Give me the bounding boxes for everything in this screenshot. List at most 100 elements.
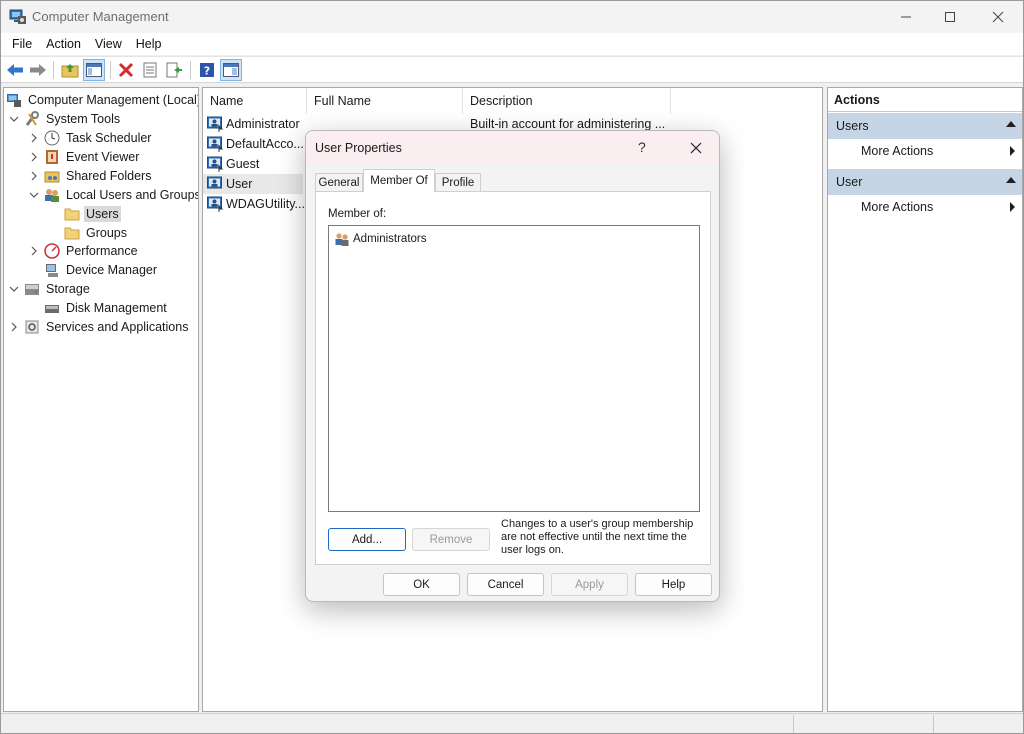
collapse-caret-icon[interactable] [1006,121,1016,127]
actions-section-users[interactable]: Users [828,113,1022,139]
list-item-name: Guest [226,157,260,171]
user-properties-dialog: User Properties ? General Member Of Prof… [305,130,720,602]
list-item-name: WDAGUtility... [226,197,305,211]
column-header-full-name[interactable]: Full Name [307,88,463,114]
tab-member-of[interactable]: Member Of [363,169,435,192]
back-button[interactable] [4,59,26,81]
chevron-down-icon[interactable] [28,189,40,201]
tree-item-performance[interactable]: Performance [28,241,140,260]
tree-item-services-and-applications[interactable]: Services and Applications [8,317,190,336]
performance-icon [44,242,60,259]
user-account-icon [207,136,223,152]
disk-icon [44,300,60,316]
tools-icon [24,110,40,127]
submenu-arrow-icon [1010,146,1015,156]
tree-item-computer-management[interactable]: Computer Management (Local) [6,90,198,109]
chevron-right-icon[interactable] [28,245,40,257]
folder-icon [64,206,80,222]
toolbar-separator [110,61,111,79]
menu-view[interactable]: View [88,35,129,53]
group-icon [335,233,349,246]
submenu-arrow-icon [1010,202,1015,212]
tree-item-shared-folders[interactable]: Shared Folders [28,166,153,185]
list-row-wdagutility[interactable]: WDAGUtility... [203,194,305,214]
column-header-description[interactable]: Description [463,88,671,114]
tree-item-groups[interactable]: Groups [64,223,129,242]
chevron-right-icon[interactable] [28,170,40,182]
add-button[interactable]: Add... [328,528,406,551]
more-actions-users[interactable]: More Actions [828,140,1022,162]
more-actions-user[interactable]: More Actions [828,196,1022,218]
tree-item-local-users-and-groups[interactable]: Local Users and Groups [28,185,198,204]
chevron-right-icon[interactable] [28,132,40,144]
tree-item-users[interactable]: Users [64,204,121,223]
help-button[interactable]: Help [635,573,712,596]
dialog-close-button[interactable] [684,139,708,157]
menu-action[interactable]: Action [39,35,88,53]
tree-item-device-manager[interactable]: Device Manager [44,260,159,279]
show-hide-action-pane-button[interactable] [220,59,242,81]
action-pane-icon [223,63,239,77]
menu-file[interactable]: File [5,35,39,53]
storage-icon [24,281,40,297]
console-tree[interactable]: Computer Management (Local) System Tools… [3,87,199,712]
actions-pane: Actions Users More Actions User More Act… [827,87,1023,712]
folder-icon [64,225,80,241]
users-group-icon [44,187,60,203]
chevron-right-icon[interactable] [28,151,40,163]
list-item-administrators[interactable]: Administrators [334,230,427,248]
apply-button[interactable]: Apply [551,573,628,596]
tab-general[interactable]: General [315,173,363,192]
services-icon [24,319,40,335]
menu-help[interactable]: Help [129,35,169,53]
user-account-icon [207,196,223,212]
list-row-user[interactable]: User [203,174,303,194]
column-header-name[interactable]: Name [203,88,307,114]
collapse-caret-icon[interactable] [1006,177,1016,183]
list-row-administrator[interactable]: Administrator [203,114,300,134]
user-account-icon [207,176,222,189]
status-bar [1,713,1023,733]
show-hide-console-tree-button[interactable] [83,59,105,81]
title-bar[interactable]: Computer Management [1,1,1023,33]
actions-section-user[interactable]: User [828,169,1022,195]
chevron-right-icon[interactable] [8,321,20,333]
toolbar-separator [53,61,54,79]
member-of-label: Member of: [328,208,387,220]
export-list-button[interactable] [163,59,185,81]
forward-button[interactable] [27,59,49,81]
ok-button[interactable]: OK [383,573,460,596]
up-one-level-button[interactable] [59,59,81,81]
close-button[interactable] [975,1,1021,33]
tab-profile[interactable]: Profile [435,173,481,192]
tree-item-disk-management[interactable]: Disk Management [44,298,169,317]
dialog-help-button[interactable]: ? [638,139,646,155]
chevron-down-icon[interactable] [8,113,20,125]
list-item-name: User [226,177,253,191]
help-toolbar-button[interactable]: ? [196,59,218,81]
tree-item-event-viewer[interactable]: Event Viewer [28,147,141,166]
help-icon: ? [200,63,214,78]
list-item-description: Built-in account for administering ... [470,117,666,131]
list-row-guest[interactable]: Guest [203,154,259,174]
delete-button[interactable] [115,59,137,81]
tree-item-system-tools[interactable]: System Tools [8,109,122,128]
user-account-icon [207,116,223,132]
remove-button[interactable]: Remove [412,528,490,551]
chevron-down-icon[interactable] [8,283,20,295]
dialog-title-bar[interactable]: User Properties ? [306,131,719,164]
cancel-button[interactable]: Cancel [467,573,544,596]
member-of-list[interactable]: Administrators [328,225,700,512]
list-row-defaultaccount[interactable]: DefaultAcco... [203,134,304,154]
tree-item-storage[interactable]: Storage [8,279,92,298]
status-segment [933,715,1023,733]
maximize-button[interactable] [927,1,973,33]
event-viewer-icon [44,149,60,165]
tree-item-task-scheduler[interactable]: Task Scheduler [28,128,153,147]
minimize-button[interactable] [883,1,929,33]
status-segment [793,715,933,733]
maximize-icon [945,12,955,22]
window-title: Computer Management [32,9,169,24]
dialog-title: User Properties [315,141,402,155]
properties-button[interactable] [139,59,161,81]
